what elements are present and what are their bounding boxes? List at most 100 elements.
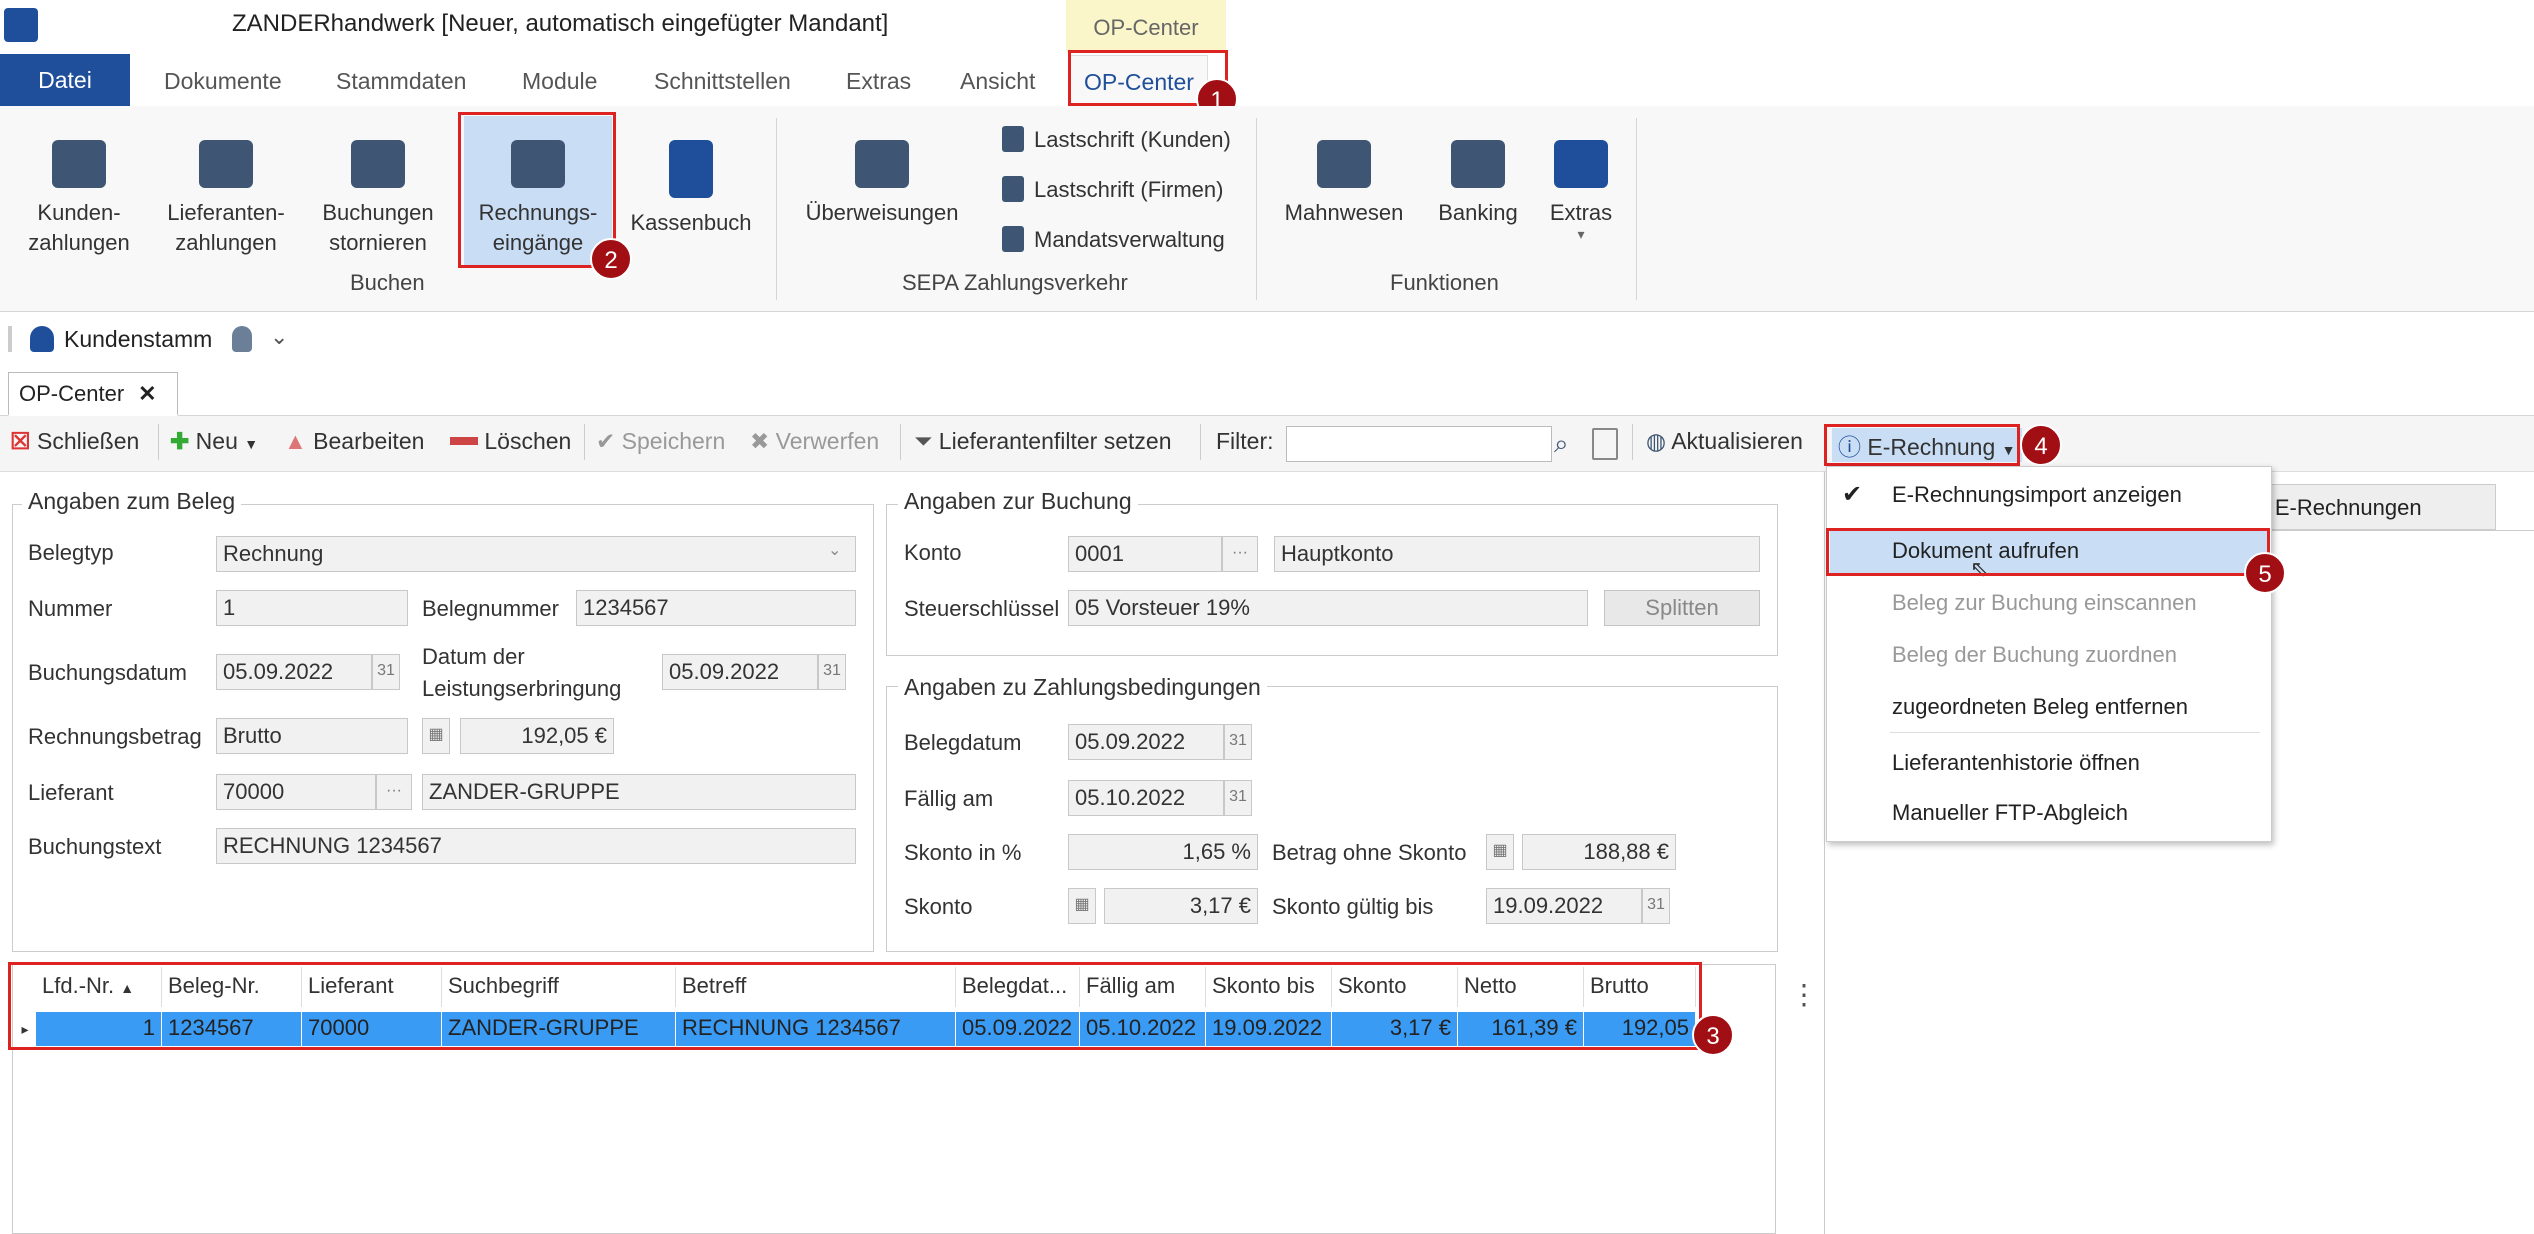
menu-item-ftp-abgleich[interactable]: Manueller FTP-Abgleich (1892, 800, 2128, 826)
group-label-funktionen: Funktionen (1390, 270, 1499, 295)
lieferant-name-field[interactable]: ZANDER-GRUPPE (422, 774, 856, 810)
chevron-down-icon: ▼ (244, 436, 259, 452)
mandatsverwaltung-button[interactable]: Mandatsverwaltung (1002, 226, 1225, 253)
leistung-field[interactable]: 05.09.2022 (662, 654, 818, 690)
lieferantenfilter-button[interactable]: ⏷ Lieferantenfilter setzen (914, 428, 1172, 455)
step-badge-5: 5 (2244, 552, 2286, 594)
calendar-icon[interactable]: 31 (1224, 780, 1252, 816)
calendar-icon[interactable]: 31 (1642, 888, 1670, 924)
bearbeiten-button[interactable]: ▲ Bearbeiten (284, 428, 424, 455)
extras-icon (1554, 140, 1608, 188)
lastschrift-firmen-button[interactable]: Lastschrift (Firmen) (1002, 176, 1223, 203)
neu-button[interactable]: ✚ Neu ▼ (170, 428, 258, 455)
calendar-icon[interactable]: 31 (1224, 724, 1252, 760)
menu-item-import-anzeigen[interactable]: E-Rechnungsimport anzeigen (1892, 482, 2182, 508)
belegtyp-select[interactable]: Rechnung (216, 536, 856, 572)
tab-datei[interactable]: Datei (0, 54, 130, 106)
belegdatum-field[interactable]: 05.09.2022 (1068, 724, 1224, 760)
calendar-icon[interactable]: 31 (818, 654, 846, 690)
extras-dropdown-button[interactable]: Extras ▾ (1536, 140, 1626, 241)
speichern-button[interactable]: ✔ Speichern (596, 428, 725, 455)
button-label: stornieren (329, 230, 427, 255)
skonto-gueltig-field[interactable]: 19.09.2022 (1486, 888, 1642, 924)
group-label-sepa: SEPA Zahlungsverkehr (902, 270, 1128, 295)
debit-icon (1002, 126, 1024, 152)
more-icon[interactable]: ··· (376, 774, 412, 810)
lieferantenzahlungen-button[interactable]: Lieferanten-zahlungen (156, 140, 296, 258)
buchungen-stornieren-button[interactable]: Buchungen stornieren (308, 140, 448, 258)
breadcrumb[interactable]: Kundenstamm (64, 326, 212, 353)
splitten-button[interactable]: Splitten (1604, 590, 1760, 626)
betrag-art-select[interactable]: Brutto (216, 718, 408, 754)
calculator-icon[interactable]: ▦ (422, 718, 450, 754)
button-label: Mandatsverwaltung (1034, 227, 1225, 252)
kundenzahlungen-button[interactable]: Kunden-zahlungen (14, 140, 144, 258)
calculator-icon[interactable]: ▦ (1486, 834, 1514, 870)
lieferant-field[interactable]: 70000 (216, 774, 376, 810)
konto-field[interactable]: 0001 (1068, 536, 1222, 572)
betrag-ohne-skonto-field[interactable]: 188,88 € (1522, 834, 1676, 870)
steuerschluessel-select[interactable]: 05 Vorsteuer 19% (1068, 590, 1588, 626)
mahnwesen-button[interactable]: Mahnwesen (1274, 140, 1414, 228)
banking-button[interactable]: Banking (1428, 140, 1528, 228)
more-vertical-icon[interactable]: ⋮ (1790, 981, 1818, 1009)
button-label: Überweisungen (805, 200, 959, 225)
konto-label: Konto (904, 540, 962, 565)
button-label: Buchungen (322, 200, 434, 225)
menu-item-lieferantenhistorie[interactable]: Lieferantenhistorie öffnen (1892, 750, 2140, 776)
highlight-box-3 (8, 962, 1702, 1050)
tab-ansicht[interactable]: Ansicht (960, 68, 1035, 95)
dunning-icon (1317, 140, 1371, 188)
tab-dokumente[interactable]: Dokumente (164, 68, 282, 95)
check-icon: ✔ (596, 428, 616, 454)
close-icon[interactable]: ✕ (138, 381, 156, 406)
button-label: Schließen (37, 428, 140, 454)
konto-name-field[interactable]: Hauptkonto (1274, 536, 1760, 572)
chevron-down-icon[interactable]: ⌄ (828, 540, 841, 560)
calculator-icon[interactable]: ▦ (1068, 888, 1096, 924)
button-label: Lieferanten- (167, 200, 285, 225)
faellig-field[interactable]: 05.10.2022 (1068, 780, 1224, 816)
tab-schnittstellen[interactable]: Schnittstellen (654, 68, 791, 95)
group-separator (1256, 118, 1257, 300)
fieldset-legend: Angaben zur Buchung (898, 488, 1138, 515)
buchungstext-field[interactable]: RECHNUNG 1234567 (216, 828, 856, 864)
menu-item-zuordnen[interactable]: Beleg der Buchung zuordnen (1892, 642, 2177, 668)
tab-stammdaten[interactable]: Stammdaten (336, 68, 466, 95)
ueberweisungen-button[interactable]: Überweisungen (794, 140, 970, 228)
skonto-field[interactable]: 3,17 € (1104, 888, 1258, 924)
kassenbuch-button[interactable]: Kassenbuch (624, 140, 758, 238)
tab-module[interactable]: Module (522, 68, 597, 95)
fieldset-legend: Angaben zum Beleg (22, 488, 242, 515)
aktualisieren-button[interactable]: ◍ Aktualisieren (1646, 428, 1803, 455)
group-separator (776, 118, 777, 300)
schliessen-button[interactable]: ☒ Schließen (10, 428, 139, 455)
nummer-field[interactable]: 1 (216, 590, 408, 626)
edit-icon: ▲ (284, 428, 307, 454)
highlight-box-5 (1826, 528, 2270, 576)
verwerfen-button[interactable]: ✖ Verwerfen (750, 428, 879, 455)
skonto-pct-field[interactable]: 1,65 % (1068, 834, 1258, 870)
button-label: Lieferantenfilter setzen (938, 428, 1172, 454)
tab-op-center-document[interactable]: OP-Center ✕ (8, 372, 178, 416)
belegnummer-field[interactable]: 1234567 (576, 590, 856, 626)
filter-input[interactable] (1286, 426, 1552, 462)
coin-icon (199, 140, 253, 188)
chevron-down-icon[interactable]: ⌄ (270, 324, 288, 350)
tab-extras[interactable]: Extras (846, 68, 911, 95)
nummer-label: Nummer (28, 596, 113, 621)
menu-item-beleg-entfernen[interactable]: zugeordneten Beleg entfernen (1892, 694, 2188, 720)
trash-icon[interactable] (1592, 428, 1618, 460)
buchungsdatum-field[interactable]: 05.09.2022 (216, 654, 372, 690)
user-settings-icon[interactable] (232, 326, 252, 352)
toolbar-separator (158, 424, 159, 460)
more-icon[interactable]: ··· (1222, 536, 1258, 572)
calendar-icon[interactable]: 31 (372, 654, 400, 690)
document-tab-bar (0, 368, 2534, 416)
step-badge-4: 4 (2020, 424, 2062, 466)
rechnungsbetrag-field[interactable]: 192,05 € (460, 718, 614, 754)
lastschrift-kunden-button[interactable]: Lastschrift (Kunden) (1002, 126, 1231, 153)
loeschen-button[interactable]: Löschen (450, 428, 571, 455)
search-icon[interactable]: ⌕ (1554, 428, 1569, 460)
menu-item-einscannen[interactable]: Beleg zur Buchung einscannen (1892, 590, 2197, 616)
